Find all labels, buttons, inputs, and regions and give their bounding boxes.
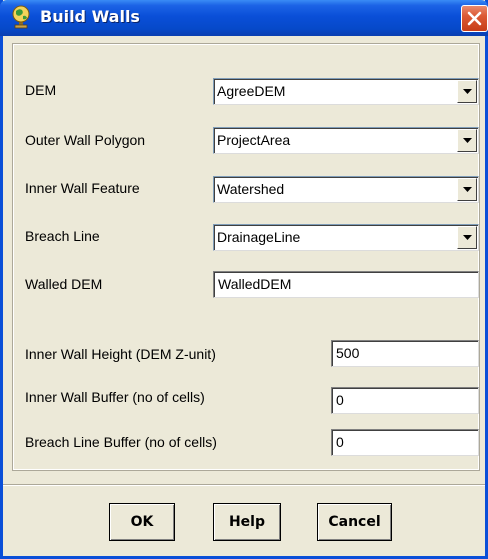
help-button[interactable]: Help — [213, 503, 281, 541]
cancel-button[interactable]: Cancel — [317, 503, 392, 541]
dem-value: AgreeDEM — [217, 83, 286, 99]
inner-wall-height-input[interactable]: 500 — [331, 340, 479, 367]
inner-wall-height-value: 500 — [336, 345, 360, 361]
inner-wall-buffer-label: Inner Wall Buffer (no of cells) — [25, 389, 205, 405]
outer-wall-polygon-dropdown[interactable]: ProjectArea — [213, 127, 479, 154]
inner-wall-buffer-input[interactable]: 0 — [331, 387, 479, 414]
chevron-down-icon — [463, 89, 472, 94]
dialog-title: Build Walls — [40, 7, 140, 26]
chevron-down-icon — [463, 138, 472, 143]
walled-dem-value: WalledDEM — [218, 276, 292, 292]
breach-line-value: DrainageLine — [217, 229, 301, 245]
inner-wall-feature-value: Watershed — [217, 181, 285, 197]
button-separator — [3, 484, 485, 486]
breach-line-buffer-label: Breach Line Buffer (no of cells) — [25, 434, 217, 450]
breach-line-dropdown[interactable]: DrainageLine — [213, 224, 479, 251]
breach-line-buffer-value: 0 — [336, 434, 344, 450]
chevron-down-icon — [463, 235, 472, 240]
dem-dropdown[interactable]: AgreeDEM — [213, 78, 479, 105]
inner-wall-height-label: Inner Wall Height (DEM Z-unit) — [25, 346, 216, 362]
inner-wall-feature-dropdown[interactable]: Watershed — [213, 176, 479, 203]
walled-dem-label: Walled DEM — [25, 276, 103, 292]
dem-label: DEM — [25, 82, 57, 98]
close-icon — [467, 11, 482, 26]
dem-dropdown-button[interactable] — [457, 80, 477, 103]
build-walls-dialog: Build Walls DEM AgreeDEM Outer Wall Poly… — [0, 0, 488, 559]
breach-line-dropdown-button[interactable] — [457, 226, 477, 249]
walled-dem-input[interactable]: WalledDEM — [213, 271, 479, 298]
inner-wall-feature-dropdown-button[interactable] — [457, 178, 477, 201]
outer-wall-polygon-dropdown-button[interactable] — [457, 129, 477, 152]
outer-wall-polygon-value: ProjectArea — [217, 132, 291, 148]
chevron-down-icon — [463, 187, 472, 192]
title-bar[interactable]: Build Walls — [0, 0, 488, 36]
globe-icon — [12, 5, 30, 29]
inner-wall-buffer-value: 0 — [336, 392, 344, 408]
inner-wall-feature-label: Inner Wall Feature — [25, 180, 140, 196]
breach-line-buffer-input[interactable]: 0 — [331, 429, 479, 456]
outer-wall-polygon-label: Outer Wall Polygon — [25, 132, 146, 148]
close-button[interactable] — [461, 5, 488, 32]
ok-button[interactable]: OK — [109, 503, 175, 541]
breach-line-label: Breach Line — [25, 228, 100, 244]
